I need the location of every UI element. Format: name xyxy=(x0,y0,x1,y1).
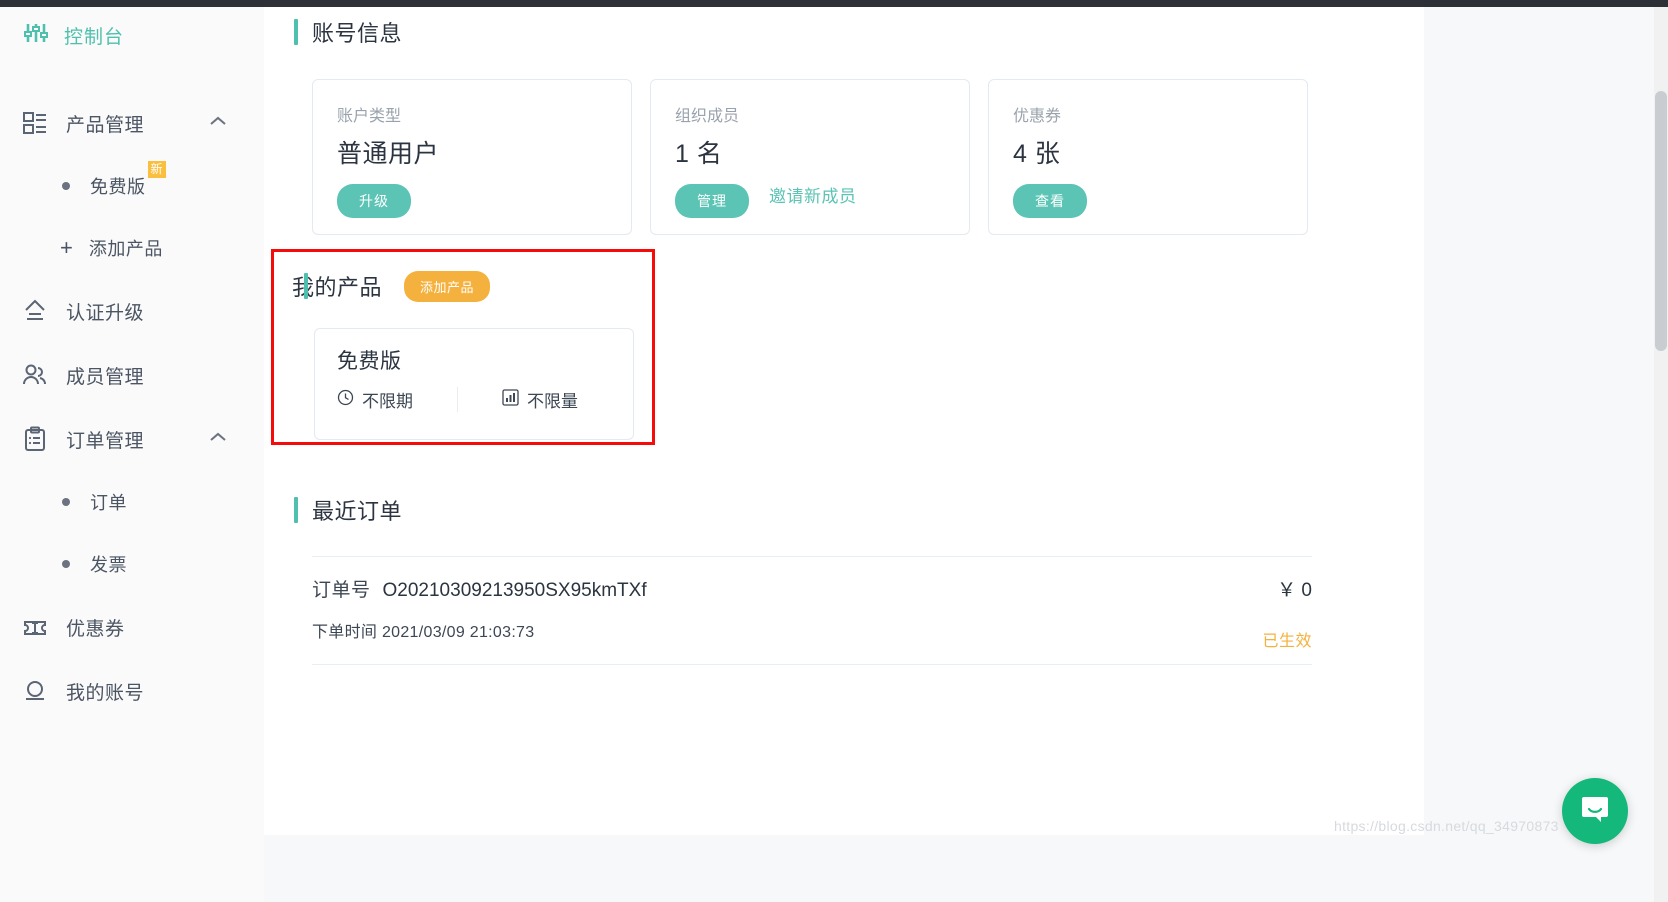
order-row[interactable]: 订单号 O20210309213950SX95kmTXf 下单时间 2021/0… xyxy=(312,557,1312,664)
add-product-button[interactable]: 添加产品 xyxy=(404,270,491,302)
sidebar-subitem-free-edition[interactable]: 免费版 新 xyxy=(0,155,264,217)
chat-launcher-button[interactable] xyxy=(1562,778,1628,844)
card-label: 账户类型 xyxy=(337,108,402,125)
upgrade-button[interactable]: 升级 xyxy=(337,184,411,218)
console-page: 控制台 产品管理 免费版 新 + 添加产品 认证升级 成员管理 订单管理 订单 … xyxy=(0,0,1668,902)
order-time-value: 2021/03/09 21:03:73 xyxy=(381,624,535,641)
my-product-header: 我的产品 添加产品 xyxy=(274,252,652,320)
sidebar-item-label: 认证升级 xyxy=(66,302,145,324)
manage-members-button[interactable]: 管理 xyxy=(675,184,749,218)
account-card-coupons: 优惠券 4 张 查看 xyxy=(988,79,1308,235)
sidebar-subitem-label: 添加产品 xyxy=(88,239,163,259)
card-actions: 升级 xyxy=(337,170,607,218)
account-card-type: 账户类型 普通用户 升级 xyxy=(312,79,632,235)
order-number-line: 订单号 O20210309213950SX95kmTXf xyxy=(312,575,1312,602)
product-quota: 不限量 xyxy=(457,387,578,412)
scrollbar-track[interactable] xyxy=(1654,7,1668,902)
users-icon xyxy=(22,362,52,388)
product-duration-text: 不限期 xyxy=(362,392,413,411)
account-card-members: 组织成员 1 名 管理 邀请新成员 xyxy=(650,79,970,235)
bar-chart-icon xyxy=(502,388,519,411)
upload-arrow-icon xyxy=(22,298,52,324)
ticket-icon xyxy=(22,614,52,640)
watermark-text: https://blog.csdn.net/qq_34970873 xyxy=(1334,818,1559,834)
section-accent-bar xyxy=(294,497,298,523)
main-content: 账号信息 账户类型 普通用户 升级 组织成员 1 名 管理 邀请新成员 优惠券 xyxy=(264,7,1424,835)
sidebar-subitem-invoices[interactable]: 发票 xyxy=(0,533,264,595)
card-label: 优惠券 xyxy=(1013,108,1062,125)
page-title: 账号信息 xyxy=(312,21,403,46)
sidebar-item-coupons[interactable]: 优惠券 xyxy=(0,595,264,659)
scrollbar-thumb[interactable] xyxy=(1655,91,1667,351)
product-meta: 不限期 不限量 xyxy=(337,387,611,412)
recent-orders-header: 最近订单 xyxy=(294,493,402,527)
sidebar-item-member-management[interactable]: 成员管理 xyxy=(0,343,264,407)
user-circle-icon xyxy=(22,678,52,704)
invite-member-link[interactable]: 邀请新成员 xyxy=(769,182,857,207)
plus-icon: + xyxy=(60,235,73,260)
sidebar: 控制台 产品管理 免费版 新 + 添加产品 认证升级 成员管理 订单管理 订单 … xyxy=(0,7,264,902)
section-accent-bar xyxy=(294,19,298,45)
grid-list-icon xyxy=(22,110,52,136)
brand-label: 控制台 xyxy=(64,26,125,48)
sliders-icon xyxy=(22,19,50,52)
sidebar-subitem-label: 订单 xyxy=(90,493,127,513)
card-actions: 查看 xyxy=(1013,170,1283,218)
my-product-section-highlight: 我的产品 添加产品 免费版 不限期 不限量 xyxy=(271,249,655,445)
order-time-label: 下单时间 xyxy=(312,624,378,641)
new-badge: 新 xyxy=(147,161,166,178)
sidebar-subitem-label: 发票 xyxy=(90,555,127,575)
sidebar-item-label: 订单管理 xyxy=(66,430,145,452)
chevron-up-icon[interactable] xyxy=(208,114,228,132)
sidebar-item-order-management[interactable]: 订单管理 xyxy=(0,407,264,471)
order-price: ￥ 0 xyxy=(1277,580,1312,601)
account-info-header: 账号信息 xyxy=(264,7,1424,57)
browser-top-strip xyxy=(0,0,1668,7)
sidebar-subitem-orders[interactable]: 订单 xyxy=(0,471,264,533)
clock-icon xyxy=(337,389,354,411)
recent-orders-title: 最近订单 xyxy=(312,499,403,524)
product-duration: 不限期 xyxy=(337,387,413,412)
product-name: 免费版 xyxy=(337,350,402,373)
card-value: 1 名 xyxy=(675,140,723,168)
chat-bubble-icon xyxy=(1578,792,1612,831)
section-accent-bar xyxy=(304,273,308,299)
sidebar-item-my-account[interactable]: 我的账号 xyxy=(0,659,264,723)
card-value: 4 张 xyxy=(1013,140,1061,168)
sidebar-item-label: 我的账号 xyxy=(66,682,145,704)
bullet-dot-icon xyxy=(62,560,70,568)
card-actions: 管理 邀请新成员 xyxy=(675,170,945,218)
sidebar-item-verification-upgrade[interactable]: 认证升级 xyxy=(0,279,264,343)
view-coupons-button[interactable]: 查看 xyxy=(1013,184,1087,218)
product-card-free-edition[interactable]: 免费版 不限期 不限量 xyxy=(314,328,634,440)
sidebar-subitem-label: 免费版 xyxy=(90,177,146,197)
clipboard-icon xyxy=(22,426,52,452)
divider xyxy=(312,664,1312,665)
chevron-up-icon[interactable] xyxy=(208,430,228,448)
orders-list: 订单号 O20210309213950SX95kmTXf 下单时间 2021/0… xyxy=(312,556,1312,665)
status-badge: 已生效 xyxy=(1262,633,1312,650)
sidebar-item-label: 成员管理 xyxy=(66,366,145,388)
order-time-line: 下单时间 2021/03/09 21:03:73 xyxy=(312,618,1312,642)
product-quota-text: 不限量 xyxy=(527,392,578,411)
sidebar-item-label: 产品管理 xyxy=(66,114,145,136)
card-value: 普通用户 xyxy=(337,140,440,168)
account-cards: 账户类型 普通用户 升级 组织成员 1 名 管理 邀请新成员 优惠券 4 张 查… xyxy=(264,79,1424,235)
card-label: 组织成员 xyxy=(675,108,740,125)
sidebar-subitem-add-product[interactable]: + 添加产品 xyxy=(0,217,264,279)
sidebar-item-label: 优惠券 xyxy=(66,618,125,640)
bullet-dot-icon xyxy=(62,498,70,506)
brand-console[interactable]: 控制台 xyxy=(0,7,264,57)
order-number-value: O20210309213950SX95kmTXf xyxy=(382,580,647,601)
order-number-label: 订单号 xyxy=(312,580,371,601)
sidebar-item-product-management[interactable]: 产品管理 xyxy=(0,91,264,155)
bullet-dot-icon xyxy=(62,182,70,190)
sidebar-nav: 产品管理 免费版 新 + 添加产品 认证升级 成员管理 订单管理 订单 发票 优… xyxy=(0,91,264,723)
